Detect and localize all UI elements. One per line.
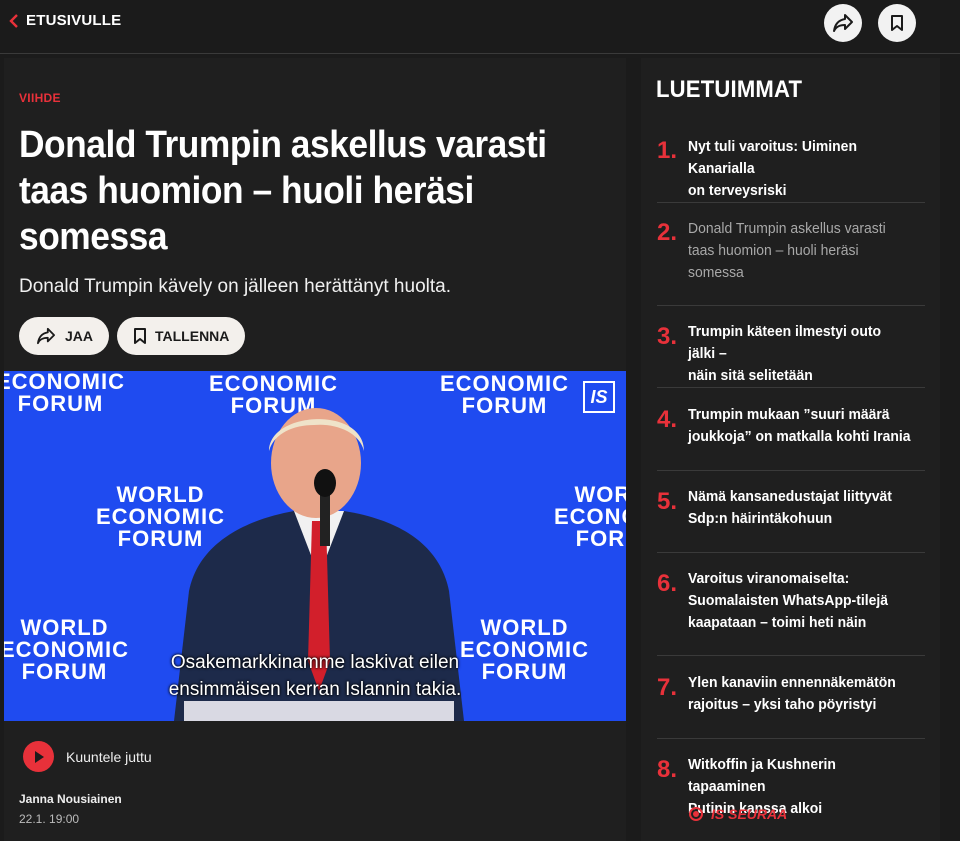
most-read-item[interactable]: 8. Witkoffin ja Kushnerin tapaaminen Puti… [657,739,925,839]
publish-date: 22.1. 19:00 [19,812,80,826]
rank-title: Ylen kanaviin ennennäkemätön rajoitus – y… [688,674,896,713]
rank-number: 2. [657,219,678,246]
article-headline: Donald Trumpin askellus varasti taas huo… [19,122,568,260]
rank-number: 7. [657,674,678,701]
headline-line: taas huomion – huoli heräsi [19,170,474,212]
share-article-button[interactable]: JAA [19,317,110,355]
listen-article-button[interactable]: Kuuntele juttu [23,741,152,772]
rank-title: Trumpin käteen ilmestyi outo jälki – näin… [688,323,882,384]
play-icon [23,741,54,772]
wef-logo: WORLDECONOMICFORUM [554,482,626,551]
is-seuraa-link[interactable]: IS SEURAA [689,806,787,822]
chevron-left-icon [9,13,18,28]
sidebar-title: LUETUIMMAT [656,76,803,103]
bookmark-icon [134,328,146,344]
is-logo: IS [583,381,615,413]
video-caption: Osakemarkkinamme laskivat eilen ensimmäi… [168,652,462,700]
most-read-item[interactable]: 6. Varoitus viranomaiselta: Suomalaisten … [657,553,925,656]
rank-number: 3. [657,323,678,350]
share-label: JAA [65,328,94,344]
author-name[interactable]: Janna Nousiainen [19,792,122,806]
most-read-item[interactable]: 2. Donald Trumpin askellus varasti taas h… [657,203,925,306]
share-arrow-icon [37,327,55,345]
most-read-item[interactable]: 1. Nyt tuli varoitus: Uiminen Kanarialla… [657,122,925,203]
rank-number: 1. [657,137,678,164]
save-article-button[interactable]: TALLENNA [117,317,246,355]
rank-number: 6. [657,570,678,597]
top-bar: ETUSIVULLE [0,0,960,54]
video-player[interactable]: ECONOMIC FORUM ECONOMIC FORUM ECONOMIC FORU… [4,371,626,721]
live-dot-icon [689,807,703,821]
share-button[interactable] [824,4,862,42]
rank-title: Nämä kansanedustajat liittyvät Sdp:n häir… [688,488,892,527]
back-to-frontpage-link[interactable]: ETUSIVULLE [8,12,121,29]
article-lead: Donald Trumpin kävely on jälleen herättä… [19,276,451,297]
seuraa-label: IS SEURAA [711,806,788,822]
article: VIIHDE Donald Trumpin askellus varasti t… [4,58,626,841]
rank-title: Nyt tuli varoitus: Uiminen Kanarialla on … [688,138,857,199]
most-read-item[interactable]: 4. Trumpin mukaan ”suuri määrä joukkoja” … [657,388,925,471]
headline-line: Donald Trumpin askellus varasti [19,124,547,166]
listen-label: Kuuntele juttu [66,748,152,765]
headline-line: somessa [19,216,168,258]
save-label: TALLENNA [155,328,230,344]
rank-number: 8. [657,756,678,783]
bookmark-button[interactable] [878,4,916,42]
rank-title: Varoitus viranomaiselta: Suomalaisten Wha… [688,570,888,631]
rank-number: 5. [657,488,678,515]
rank-number: 4. [657,406,678,433]
most-read-sidebar: LUETUIMMAT 1. Nyt tuli varoitus: Uiminen… [641,58,940,841]
share-arrow-icon [833,14,853,32]
section-label[interactable]: VIIHDE [19,91,61,105]
bookmark-icon [891,15,903,31]
most-read-item[interactable]: 3. Trumpin käteen ilmestyi outo jälki – n… [657,306,925,388]
back-label: ETUSIVULLE [26,12,122,29]
rank-title: Trumpin mukaan ”suuri määrä joukkoja” on … [688,406,911,445]
rank-title: Donald Trumpin askellus varasti taas huom… [688,220,886,281]
wef-logo: ECONOMIC FORUM [4,371,125,416]
most-read-item[interactable]: 5. Nämä kansanedustajat liittyvät Sdp:n h… [657,471,925,553]
most-read-item[interactable]: 7. Ylen kanaviin ennennäkemätön rajoitus … [657,656,925,739]
